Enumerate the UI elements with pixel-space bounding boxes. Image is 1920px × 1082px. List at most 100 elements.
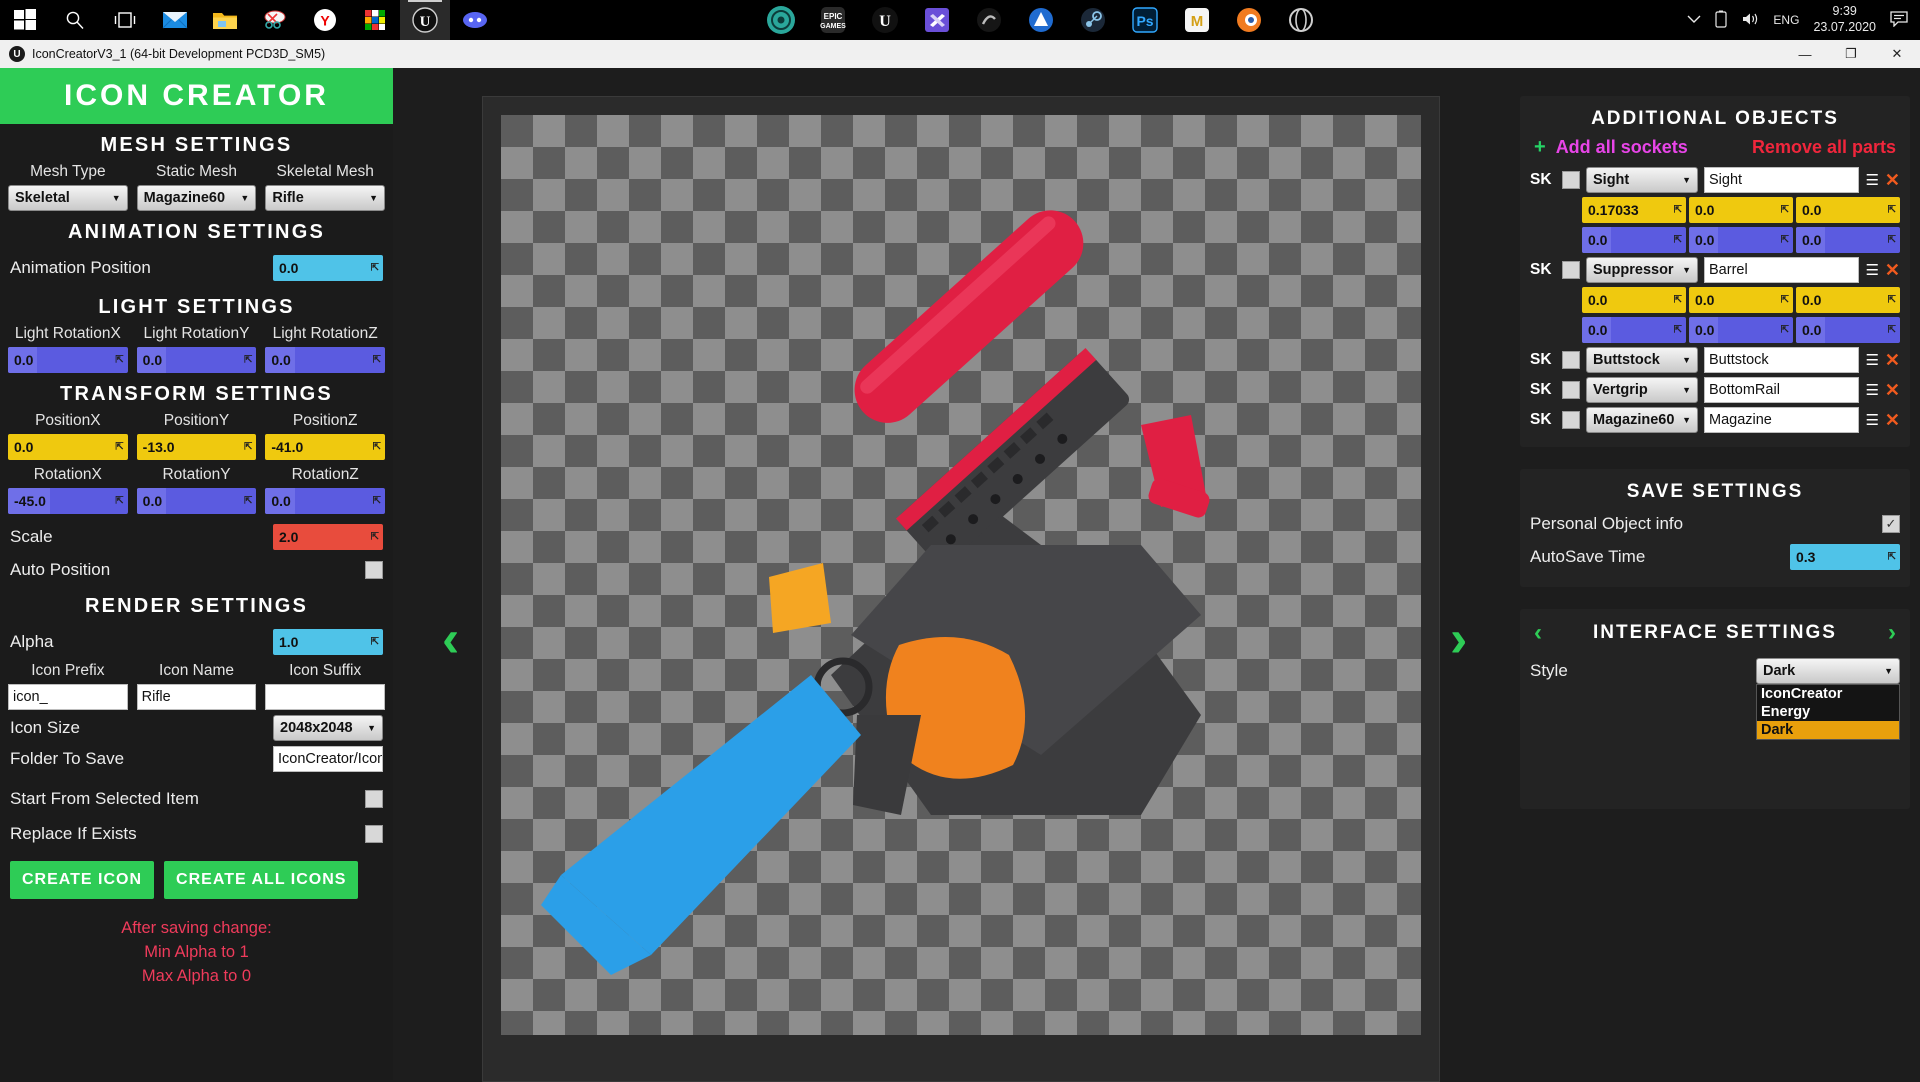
object-enable-checkbox[interactable] bbox=[1562, 411, 1580, 429]
epic-games-icon[interactable]: EPIC GAMES bbox=[812, 0, 854, 40]
object-delete-icon[interactable]: ✕ bbox=[1885, 380, 1900, 401]
clock[interactable]: 9:39 23.07.2020 bbox=[1813, 4, 1876, 35]
marmoset-icon[interactable]: M bbox=[1176, 0, 1218, 40]
teal-app-icon[interactable] bbox=[760, 0, 802, 40]
object-socket-input[interactable]: Magazine bbox=[1704, 407, 1860, 433]
object-menu-icon[interactable]: ☰ bbox=[1865, 381, 1878, 399]
spinner-icon[interactable]: ⇱ bbox=[244, 496, 252, 507]
rotation-z-input[interactable]: 0.0 ⇱ bbox=[265, 488, 386, 514]
rotation-y-input[interactable]: 0.0 ⇱ bbox=[136, 488, 257, 514]
spinner-icon[interactable]: ⇱ bbox=[371, 637, 379, 648]
object-position-y-input[interactable]: 0.0 ⇱ bbox=[1689, 197, 1793, 223]
spinner-icon[interactable]: ⇱ bbox=[373, 496, 381, 507]
next-mesh-arrow[interactable]: › bbox=[1450, 613, 1467, 665]
icon-name-input[interactable]: Rifle bbox=[136, 684, 257, 710]
object-rotation-x-input[interactable]: 0.0 ⇱ bbox=[1582, 227, 1686, 253]
file-explorer-icon[interactable] bbox=[200, 0, 250, 40]
object-rotation-x-input[interactable]: 0.0 ⇱ bbox=[1582, 317, 1686, 343]
snipping-tool-icon[interactable] bbox=[250, 0, 300, 40]
notifications-icon[interactable] bbox=[1890, 10, 1908, 30]
create-icon-button[interactable]: CREATE ICON bbox=[10, 861, 155, 899]
folder-to-save-input[interactable]: IconCreator/Icon bbox=[273, 746, 383, 772]
next-style-arrow[interactable]: › bbox=[1888, 619, 1896, 647]
auto-position-checkbox[interactable] bbox=[365, 561, 383, 579]
scale-input[interactable]: 2.0 ⇱ bbox=[273, 524, 383, 550]
close-button[interactable]: ✕ bbox=[1874, 40, 1920, 68]
chevron-up-icon[interactable] bbox=[1687, 13, 1701, 27]
cycle-icon[interactable] bbox=[1280, 0, 1322, 40]
spinner-icon[interactable]: ⇱ bbox=[1674, 325, 1682, 336]
position-z-input[interactable]: -41.0 ⇱ bbox=[265, 434, 386, 460]
spinner-icon[interactable]: ⇱ bbox=[371, 263, 379, 274]
photoshop-icon[interactable]: Ps bbox=[1124, 0, 1166, 40]
object-menu-icon[interactable]: ☰ bbox=[1865, 351, 1878, 369]
light-rotation-x-input[interactable]: 0.0 ⇱ bbox=[8, 347, 128, 373]
object-delete-icon[interactable]: ✕ bbox=[1885, 350, 1900, 371]
spinner-icon[interactable]: ⇱ bbox=[373, 355, 381, 366]
spinner-icon[interactable]: ⇱ bbox=[1781, 295, 1789, 306]
alpha-input[interactable]: 1.0 ⇱ bbox=[273, 629, 383, 655]
previous-style-arrow[interactable]: ‹ bbox=[1534, 619, 1542, 647]
light-rotation-y-input[interactable]: 0.0 ⇱ bbox=[136, 347, 257, 373]
object-position-y-input[interactable]: 0.0 ⇱ bbox=[1689, 287, 1793, 313]
object-enable-checkbox[interactable] bbox=[1562, 351, 1580, 369]
start-from-selected-checkbox[interactable] bbox=[365, 790, 383, 808]
spinner-icon[interactable]: ⇱ bbox=[1888, 325, 1896, 336]
substance-painter-icon[interactable] bbox=[968, 0, 1010, 40]
icon-prefix-input[interactable]: icon_ bbox=[8, 684, 128, 710]
object-socket-input[interactable]: Sight bbox=[1704, 167, 1860, 193]
object-mesh-dropdown[interactable]: Magazine60 ▼ bbox=[1586, 407, 1698, 433]
yandex-browser-icon[interactable]: Y bbox=[300, 0, 350, 40]
object-position-z-input[interactable]: 0.0 ⇱ bbox=[1796, 287, 1900, 313]
rubiks-cube-icon[interactable] bbox=[350, 0, 400, 40]
volume-icon[interactable] bbox=[1741, 11, 1759, 30]
spinner-icon[interactable]: ⇱ bbox=[1781, 205, 1789, 216]
steam-icon[interactable] bbox=[1072, 0, 1114, 40]
spinner-icon[interactable]: ⇱ bbox=[1888, 295, 1896, 306]
object-delete-icon[interactable]: ✕ bbox=[1885, 410, 1900, 431]
affinity-designer-icon[interactable] bbox=[1020, 0, 1062, 40]
spinner-icon[interactable]: ⇱ bbox=[1888, 235, 1896, 246]
spinner-icon[interactable]: ⇱ bbox=[1674, 205, 1682, 216]
object-menu-icon[interactable]: ☰ bbox=[1865, 411, 1878, 429]
object-position-x-input[interactable]: 0.0 ⇱ bbox=[1582, 287, 1686, 313]
spinner-icon[interactable]: ⇱ bbox=[115, 355, 123, 366]
object-delete-icon[interactable]: ✕ bbox=[1885, 170, 1900, 191]
spinner-icon[interactable]: ⇱ bbox=[244, 355, 252, 366]
spinner-icon[interactable]: ⇱ bbox=[1888, 552, 1896, 563]
spinner-icon[interactable]: ⇱ bbox=[371, 532, 379, 543]
skeletal-mesh-dropdown[interactable]: Rifle ▼ bbox=[265, 185, 386, 211]
object-socket-input[interactable]: Barrel bbox=[1704, 257, 1860, 283]
spinner-icon[interactable]: ⇱ bbox=[1674, 235, 1682, 246]
icon-suffix-input[interactable] bbox=[265, 684, 386, 710]
previous-mesh-arrow[interactable]: ‹ bbox=[442, 613, 459, 665]
render-preview-viewport[interactable] bbox=[482, 96, 1440, 1082]
autosave-time-input[interactable]: 0.3 ⇱ bbox=[1790, 544, 1900, 570]
style-option-iconcreator[interactable]: IconCreator bbox=[1757, 685, 1899, 703]
style-dropdown-options[interactable]: IconCreator Energy Dark bbox=[1756, 684, 1900, 740]
object-enable-checkbox[interactable] bbox=[1562, 261, 1580, 279]
object-rotation-y-input[interactable]: 0.0 ⇱ bbox=[1689, 317, 1793, 343]
animation-position-input[interactable]: 0.0 ⇱ bbox=[273, 255, 383, 281]
object-menu-icon[interactable]: ☰ bbox=[1865, 261, 1878, 279]
mail-icon[interactable] bbox=[150, 0, 200, 40]
object-enable-checkbox[interactable] bbox=[1562, 171, 1580, 189]
static-mesh-dropdown[interactable]: Magazine60 ▼ bbox=[136, 185, 257, 211]
spinner-icon[interactable]: ⇱ bbox=[1781, 325, 1789, 336]
rotation-x-input[interactable]: -45.0 ⇱ bbox=[8, 488, 128, 514]
object-menu-icon[interactable]: ☰ bbox=[1865, 171, 1878, 189]
object-socket-input[interactable]: BottomRail bbox=[1704, 377, 1860, 403]
spinner-icon[interactable]: ⇱ bbox=[1781, 235, 1789, 246]
object-delete-icon[interactable]: ✕ bbox=[1885, 260, 1900, 281]
style-option-dark[interactable]: Dark bbox=[1757, 721, 1899, 739]
mesh-type-dropdown[interactable]: Skeletal ▼ bbox=[8, 185, 128, 211]
spinner-icon[interactable]: ⇱ bbox=[244, 442, 252, 453]
object-socket-input[interactable]: Buttstock bbox=[1704, 347, 1860, 373]
icon-size-dropdown[interactable]: 2048x2048 ▼ bbox=[273, 715, 383, 741]
unreal-engine-icon[interactable]: U bbox=[864, 0, 906, 40]
add-all-sockets-button[interactable]: Add all sockets bbox=[1556, 137, 1688, 158]
replace-if-exists-checkbox[interactable] bbox=[365, 825, 383, 843]
discord-icon[interactable] bbox=[450, 0, 500, 40]
object-mesh-dropdown[interactable]: Suppressor ▼ bbox=[1586, 257, 1698, 283]
blender-icon[interactable] bbox=[1228, 0, 1270, 40]
